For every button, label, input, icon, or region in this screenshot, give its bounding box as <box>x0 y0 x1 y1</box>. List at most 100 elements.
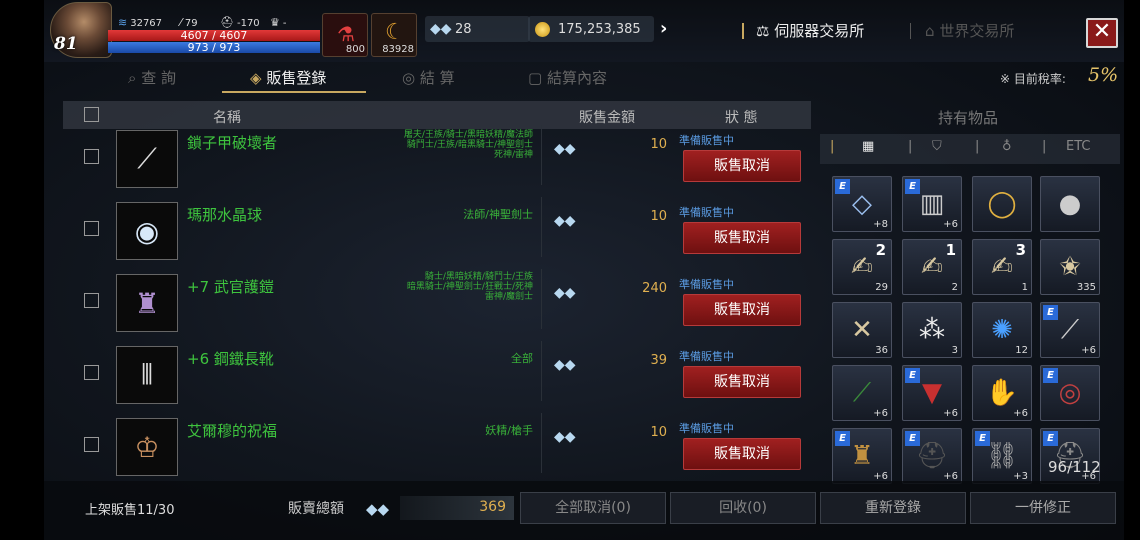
attack-stat: ⁄ 79 <box>180 16 198 29</box>
tab-search-label: 查 詢 <box>141 69 176 87</box>
shield-icon[interactable]: ⛉ <box>932 139 942 154</box>
table-row[interactable]: ♔ 艾爾穆的祝福 妖精/槍手 ◆◆ 10 準備販售中 販售取消 <box>63 413 811 485</box>
inventory-slot[interactable]: ✺ 12 <box>972 302 1032 358</box>
mp-text: 973 / 973 <box>187 41 241 54</box>
inventory-slot[interactable]: E ⟋ +6 <box>1040 302 1100 358</box>
table-row[interactable]: ⫴ +6 鋼鐵長靴 全部 ◆◆ 39 準備販售中 販售取消 <box>63 341 811 413</box>
row-checkbox[interactable] <box>84 149 99 164</box>
potion-count: 800 <box>345 44 365 55</box>
defense-value: -170 <box>236 18 260 29</box>
cancel-sale-button[interactable]: 販售取消 <box>683 222 801 254</box>
amulet-icon: ♔ <box>116 418 178 476</box>
chevron-right-icon[interactable]: › <box>660 18 667 39</box>
header-price: 販售金額 <box>579 110 635 126</box>
world-exchange-label: 世界交易所 <box>939 22 1015 40</box>
trophy-stat: ♛ - <box>270 16 286 29</box>
inventory-slot[interactable]: E ♜ +6 <box>832 428 892 484</box>
tab-settlement-label: 結 算 <box>419 69 455 87</box>
scroll-icon: ✍ <box>921 252 943 282</box>
sword-icon: ⟋ <box>116 130 178 188</box>
diamond-icon: ◆◆ <box>366 500 390 518</box>
inventory-slot[interactable]: ⁂ 3 <box>902 302 962 358</box>
boots-icon: ⫴ <box>116 346 178 404</box>
chain-icon: ⛓ <box>985 441 1019 471</box>
diamond-icon: ◆◆ <box>554 213 576 229</box>
inventory-slot[interactable]: ✍ 3 1 <box>972 239 1032 295</box>
gold-coin-icon <box>535 22 550 37</box>
cancel-sale-button[interactable]: 販售取消 <box>683 438 801 470</box>
item-classes: 騎士/黑暗妖精/騎鬥士/王族 暗黑騎士/神聖劍士/狂戰士/死神 雷神/魔劍士 <box>406 272 533 302</box>
level-badge: 81 <box>54 34 78 54</box>
grid-icon[interactable]: ▦ <box>862 139 874 154</box>
inventory-slot[interactable]: ✕ 36 <box>832 302 892 358</box>
scroll-grade: 3 <box>1015 241 1026 259</box>
inventory-slot[interactable]: E ◎ <box>1040 365 1100 421</box>
enchant-badge: E <box>835 179 850 194</box>
item-price: 10 <box>650 209 667 224</box>
helmet-icon: ⛑ <box>220 16 234 29</box>
tab-listing[interactable]: ◈ 販售登錄 <box>250 67 326 88</box>
reclaim-button[interactable]: 回收(0) <box>670 492 816 524</box>
inventory-slot[interactable]: E ⛓ +3 <box>972 428 1032 484</box>
inventory-slot[interactable]: ✋ +6 <box>972 365 1032 421</box>
trophy-value: - <box>282 18 287 29</box>
table-row[interactable]: ◉ 瑪那水晶球 法師/神聖劍士 ◆◆ 10 準備販售中 販售取消 <box>63 197 811 269</box>
divider <box>742 23 744 39</box>
tag-icon: ◈ <box>250 69 262 87</box>
gems-icon: ⁂ <box>919 315 945 345</box>
server-exchange-tab[interactable]: ⚖ 伺服器交易所 <box>756 20 864 41</box>
edit-all-button[interactable]: 一併修正 <box>970 492 1116 524</box>
status-label: 準備販售中 <box>679 278 734 291</box>
inventory-slot[interactable]: E ⛑ +6 <box>902 428 962 484</box>
slot-count: 335 <box>1076 282 1096 293</box>
inventory-slot[interactable]: ✬ 335 <box>1040 239 1100 295</box>
world-exchange-tab[interactable]: ⌂ 世界交易所 <box>925 20 1014 41</box>
server-exchange-label: 伺服器交易所 <box>774 22 865 40</box>
close-button[interactable]: ✕ <box>1086 18 1118 48</box>
row-checkbox[interactable] <box>84 293 99 308</box>
quick-item-slot[interactable]: ☾ 83928 <box>371 13 417 57</box>
select-all-checkbox[interactable] <box>84 107 99 122</box>
scales-icon: ⚖ <box>756 22 770 40</box>
inventory-slot[interactable]: E ◇ +8 <box>832 176 892 232</box>
tab-settlement[interactable]: ◎ 結 算 <box>402 67 455 88</box>
etc-tab[interactable]: ETC <box>1066 139 1090 154</box>
table-row[interactable]: ⟋ 鎖子甲破壞者 屠夫/王族/騎士/黑暗妖精/魔法師 騎鬥士/王族/暗黑騎士/神… <box>63 125 811 197</box>
inventory-slot[interactable]: ✍ 1 2 <box>902 239 962 295</box>
inventory-slot[interactable]: ◯ <box>972 176 1032 232</box>
inventory-slot[interactable]: E ▼ +6 <box>902 365 962 421</box>
row-checkbox[interactable] <box>84 437 99 452</box>
tab-marker: | <box>830 139 835 154</box>
slot-count: +6 <box>943 219 958 230</box>
row-checkbox[interactable] <box>84 221 99 236</box>
tab-search[interactable]: ⌕ 查 詢 <box>128 67 176 88</box>
diamond-icon: ◆◆ <box>554 357 576 373</box>
crystal-ring-icon: ◇ <box>852 189 872 219</box>
cancel-sale-button[interactable]: 販售取消 <box>683 150 801 182</box>
divider: | <box>975 139 980 154</box>
tax-value: 5% <box>1088 64 1119 86</box>
cancel-sale-button[interactable]: 販售取消 <box>683 294 801 326</box>
cancel-sale-button[interactable]: 販售取消 <box>683 366 801 398</box>
inventory-slot[interactable]: ● <box>1040 176 1100 232</box>
reregister-button[interactable]: 重新登錄 <box>820 492 966 524</box>
tab-settlement-details[interactable]: ▢ 結算內容 <box>528 67 607 88</box>
wing-icon: ≋ <box>118 16 128 29</box>
row-checkbox[interactable] <box>84 365 99 380</box>
mp-bar: 973 / 973 <box>108 42 320 53</box>
inventory-slot[interactable]: ⟋ +6 <box>832 365 892 421</box>
inventory-slot[interactable]: ✍ 2 29 <box>832 239 892 295</box>
scroll-star-icon: ✬ <box>1059 252 1081 282</box>
cancel-all-button[interactable]: 全部取消(0) <box>520 492 666 524</box>
enchant-badge: E <box>835 431 850 446</box>
item-price: 39 <box>650 353 667 368</box>
red-cloak-icon: ▼ <box>922 378 942 408</box>
blue-orb-icon: ✺ <box>991 315 1013 345</box>
inventory-slot[interactable]: E ▥ +6 <box>902 176 962 232</box>
potion-icon: ⚗ <box>337 22 355 46</box>
potion-slot[interactable]: ⚗ 800 <box>322 13 368 57</box>
slot-count: 1 <box>1021 282 1028 293</box>
table-row[interactable]: ♜ +7 武官護鎧 騎士/黑暗妖精/騎鬥士/王族 暗黑騎士/神聖劍士/狂戰士/死… <box>63 269 811 341</box>
scroll-grade: 1 <box>945 241 956 259</box>
potion-filter-icon[interactable]: ♁ <box>1002 139 1012 154</box>
